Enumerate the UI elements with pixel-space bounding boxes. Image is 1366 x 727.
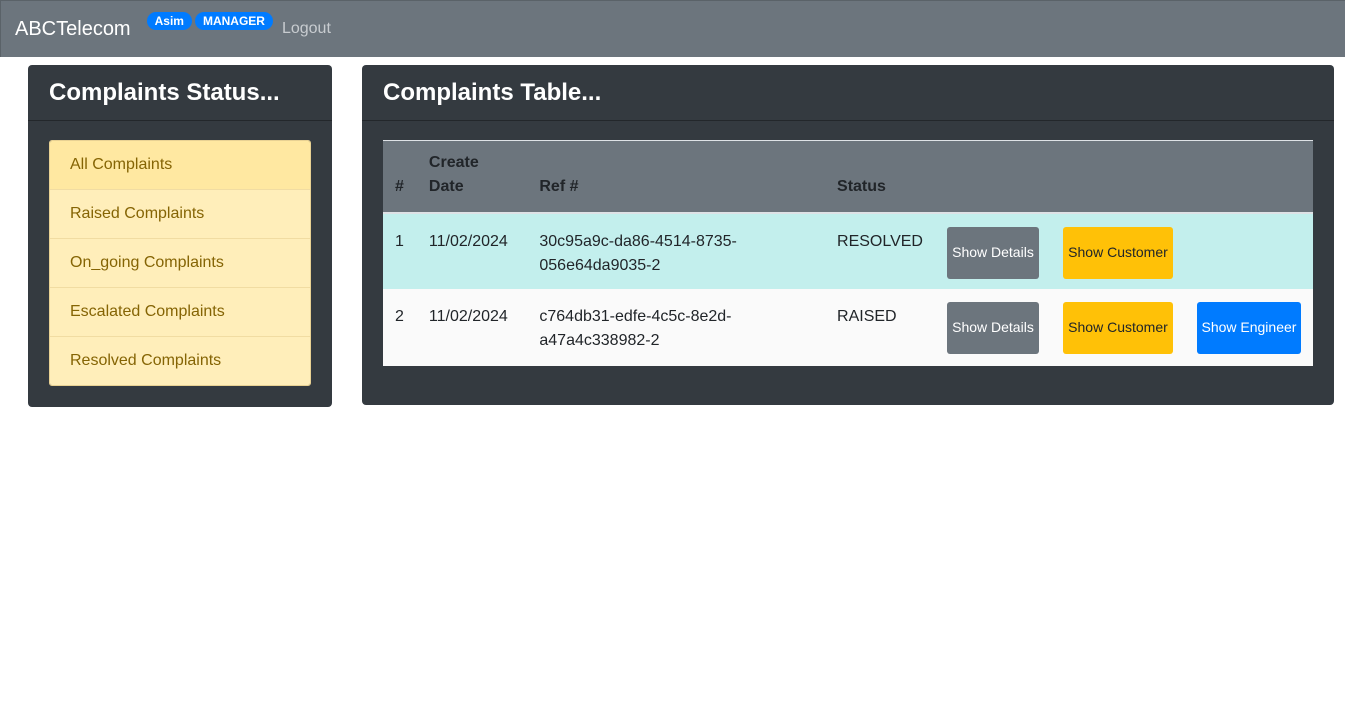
cell-engineer: [1185, 213, 1313, 289]
table-card-title: Complaints Table...: [383, 78, 602, 106]
col-header-actions-1: [934, 140, 1051, 214]
show-details-button[interactable]: Show Details: [946, 301, 1039, 354]
cell-customer: Show Customer: [1051, 289, 1185, 366]
ref-line-1: c764db31-edfe-4c5c-8e2d-: [539, 307, 732, 325]
logout-link[interactable]: Logout: [282, 20, 331, 38]
table-container: # Create Date Ref # Status 1 11/02/2024 …: [383, 140, 1313, 366]
cell-date: 11/02/2024: [428, 307, 508, 325]
status-card-title: Complaints Status...: [49, 78, 280, 106]
col-header-actions-2: [1050, 140, 1185, 214]
cell-num: 2: [395, 307, 404, 325]
col-header-date: Create Date: [416, 140, 528, 214]
status-item-raised[interactable]: Raised Complaints: [50, 189, 310, 238]
col-header-status: Status: [825, 140, 935, 214]
status-item-all[interactable]: All Complaints: [50, 141, 310, 189]
ref-line-2: 056e64da9035-2: [539, 256, 661, 274]
table-card-header: Complaints Table...: [362, 65, 1334, 121]
cell-date: 11/02/2024: [428, 232, 508, 250]
ref-line-1: 30c95a9c-da86-4514-8735-: [539, 232, 737, 250]
table-row: 1 11/02/2024 30c95a9c-da86-4514-8735- 05…: [383, 212, 1313, 289]
brand-logo[interactable]: ABCTelecom: [15, 18, 131, 41]
user-badge: Asim: [146, 12, 192, 30]
cell-details: Show Details: [935, 213, 1051, 289]
cell-num: 1: [395, 232, 404, 250]
cell-ref: c764db31-edfe-4c5c-8e2d- a47a4c338982-2: [527, 289, 825, 366]
col-header-actions-3: [1184, 140, 1313, 214]
show-engineer-button[interactable]: Show Engineer: [1196, 301, 1301, 354]
ref-line-2: a47a4c338982-2: [539, 331, 660, 349]
show-customer-button[interactable]: Show Customer: [1062, 226, 1173, 279]
status-item-escalated[interactable]: Escalated Complaints: [50, 287, 310, 336]
complaints-status-card: Complaints Status... All Complaints Rais…: [28, 65, 332, 407]
table-row: 2 11/02/2024 c764db31-edfe-4c5c-8e2d- a4…: [383, 288, 1313, 366]
status-card-header: Complaints Status...: [28, 65, 332, 121]
cell-details: Show Details: [935, 289, 1051, 366]
complaints-table-card: Complaints Table... # Create Date Ref # …: [362, 65, 1334, 405]
cell-ref: 30c95a9c-da86-4514-8735- 056e64da9035-2: [527, 213, 825, 289]
role-badge: MANAGER: [194, 12, 273, 30]
cell-engineer: Show Engineer: [1185, 289, 1313, 366]
status-item-ongoing[interactable]: On_going Complaints: [50, 238, 310, 287]
col-header-num: #: [383, 140, 417, 214]
cell-status: RESOLVED: [837, 232, 923, 250]
top-navbar: ABCTelecom Asim MANAGER Logout: [0, 0, 1345, 57]
cell-status: RAISED: [837, 307, 897, 325]
complaints-table: # Create Date Ref # Status 1 11/02/2024 …: [383, 140, 1313, 366]
col-header-ref: Ref #: [527, 140, 826, 214]
show-details-button[interactable]: Show Details: [946, 226, 1039, 279]
status-item-resolved[interactable]: Resolved Complaints: [50, 336, 310, 385]
table-header-row: # Create Date Ref # Status: [383, 140, 1313, 214]
cell-customer: Show Customer: [1051, 213, 1185, 289]
status-list: All Complaints Raised Complaints On_goin…: [49, 140, 311, 386]
show-customer-button[interactable]: Show Customer: [1062, 301, 1173, 354]
